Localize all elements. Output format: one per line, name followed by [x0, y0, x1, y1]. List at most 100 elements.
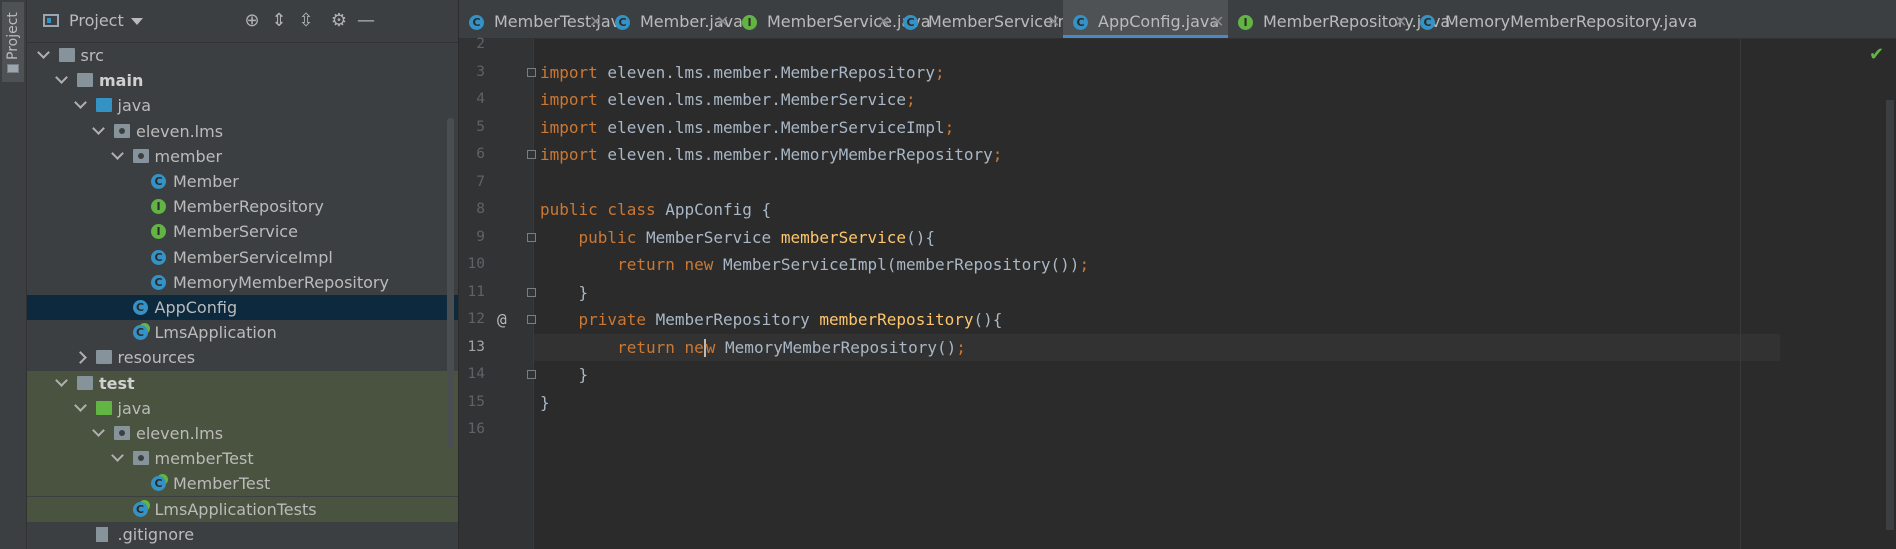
interface-icon: I [151, 199, 166, 215]
fold-marker-icon[interactable] [527, 232, 536, 242]
editor-tab[interactable]: I MemberRepository.java ✕ [1228, 0, 1450, 38]
line-number: 2 [476, 36, 485, 52]
tree-item-label: eleven.lms [136, 424, 224, 443]
spring-class-icon: C [132, 501, 148, 517]
code-line[interactable]: } [540, 389, 550, 417]
project-panel-title[interactable]: Project [69, 11, 124, 30]
tree-item-label: member [154, 146, 223, 166]
tree-item[interactable]: src [27, 43, 458, 68]
project-stripe-button[interactable]: Project [2, 2, 24, 82]
code-line[interactable]: public MemberService memberService(){ [540, 224, 935, 252]
close-icon[interactable]: ✕ [716, 0, 729, 44]
tree-item[interactable]: C AppConfig [27, 295, 458, 320]
editor-tab-label: AppConfig.java [1098, 12, 1220, 31]
override-marker-icon[interactable]: @ [497, 306, 507, 334]
code-line[interactable]: return ne w MemoryMemberRepository(); [534, 333, 1780, 361]
line-number: 11 [467, 283, 485, 300]
tree-item[interactable]: C Member [27, 169, 458, 194]
tree-item[interactable]: C LmsApplication [27, 320, 458, 345]
tree-item[interactable]: eleven.lms [27, 119, 458, 144]
tree-item-label: java [117, 96, 152, 116]
editor-tab[interactable]: C AppConfig.java ✕ [1063, 0, 1228, 38]
editor-tab[interactable]: C Member.java ✕ [605, 0, 743, 38]
code-line[interactable]: public class AppConfig { [540, 196, 771, 224]
code-line[interactable]: private MemberRepository memberRepositor… [540, 306, 1003, 334]
tree-item-label: LmsApplication [154, 323, 277, 343]
chevron-down-icon[interactable] [110, 146, 124, 160]
tree-item[interactable]: I MemberService [27, 219, 458, 244]
hide-icon[interactable]: — [356, 11, 376, 31]
chevron-down-icon[interactable] [92, 424, 105, 437]
tree-item[interactable]: resources [27, 345, 458, 370]
interface-icon: I [742, 15, 757, 30]
close-icon[interactable]: ✕ [1047, 0, 1060, 44]
tree-item[interactable]: java [27, 93, 458, 118]
chevron-down-icon[interactable] [55, 71, 68, 85]
fold-marker-icon[interactable] [527, 315, 536, 324]
editor-tab[interactable]: C MemberServiceImpl.java ✕ [893, 0, 1126, 38]
code-line[interactable]: } [540, 279, 589, 307]
tree-item[interactable]: C MemberServiceImpl [27, 245, 458, 270]
expand-all-icon[interactable]: ⇕ [269, 11, 289, 31]
editor-scrollbar[interactable] [1886, 100, 1894, 530]
chevron-down-icon[interactable] [36, 46, 50, 59]
code-line[interactable]: import eleven.lms.member.MemoryMemberRep… [540, 141, 1002, 169]
tree-item[interactable]: C LmsApplicationTests [27, 496, 458, 522]
fold-marker-icon[interactable] [527, 150, 536, 159]
chevron-down-icon[interactable] [73, 96, 87, 110]
tree-item[interactable]: eleven.lms [27, 421, 458, 446]
close-icon[interactable]: ✕ [877, 0, 890, 44]
editor-tabs: C MemberTest.java ✕ C Member.java ✕ I MemberSer… [459, 0, 1896, 39]
code-line[interactable]: import eleven.lms.member.MemberServiceIm… [540, 114, 954, 142]
line-number: 7 [476, 173, 485, 190]
chevron-down-icon[interactable] [110, 449, 124, 463]
line-number: 13 [467, 338, 485, 355]
tree-item-label: main [99, 71, 144, 91]
line-number: 3 [476, 63, 485, 80]
tree-item[interactable]: java [27, 395, 458, 421]
close-icon[interactable]: ✕ [589, 0, 602, 44]
code-line[interactable]: return new MemberServiceImpl(memberRepos… [540, 251, 1089, 279]
tree-item[interactable]: memberTest [27, 446, 458, 472]
close-icon[interactable]: ✕ [1394, 0, 1407, 44]
line-number: 12 [467, 311, 485, 327]
code-line[interactable]: import eleven.lms.member.MemberService; [540, 86, 916, 114]
chevron-down-icon[interactable] [55, 373, 68, 387]
tree-item[interactable]: main [27, 68, 458, 93]
chevron-down-icon[interactable] [92, 121, 105, 135]
editor-tab[interactable]: C MemoryMemberRepository.java [1410, 0, 1697, 38]
gear-icon[interactable]: ⚙ [329, 11, 349, 31]
locate-icon[interactable]: ⊕ [242, 11, 262, 31]
tree-item-label: memberTest [154, 449, 254, 469]
view-dropdown-icon[interactable] [131, 18, 143, 25]
line-number: 16 [467, 421, 485, 437]
code-line[interactable]: } [540, 361, 589, 389]
fold-marker-icon[interactable] [527, 287, 536, 297]
chevron-right-icon[interactable] [73, 351, 87, 365]
check-icon[interactable]: ✔ [1869, 44, 1884, 65]
editor-tab-label: MemoryMemberRepository.java [1445, 12, 1698, 31]
chevron-down-icon[interactable] [73, 398, 87, 412]
tree-item[interactable]: member [27, 144, 458, 169]
line-number: 5 [476, 118, 485, 135]
close-icon[interactable]: ✕ [1211, 0, 1224, 44]
tree-item-label: Member [173, 172, 239, 191]
package-icon [132, 148, 149, 163]
package-icon [114, 123, 130, 138]
tree-item[interactable]: test [27, 370, 458, 396]
tree-item-label: resources [117, 348, 196, 368]
code-line[interactable]: import eleven.lms.member.MemberRepositor… [540, 59, 945, 87]
line-number: 6 [476, 146, 485, 162]
editor-tab[interactable]: I MemberService.java ✕ [732, 0, 931, 38]
fold-marker-icon[interactable] [527, 370, 536, 379]
project-scrollbar[interactable] [447, 118, 454, 448]
tree-item[interactable]: C MemoryMemberRepository [27, 270, 458, 295]
tree-item-label: test [99, 373, 135, 393]
collapse-all-icon[interactable]: ⇳ [296, 11, 316, 31]
tree-item[interactable]: C MemberTest [27, 471, 458, 497]
fold-marker-icon[interactable] [527, 67, 536, 77]
folder-icon [7, 64, 19, 73]
tree-item[interactable]: .gitignore [27, 522, 458, 547]
tree-item[interactable]: I MemberRepository [27, 194, 458, 219]
tree-item-label: MemoryMemberRepository [173, 272, 389, 292]
